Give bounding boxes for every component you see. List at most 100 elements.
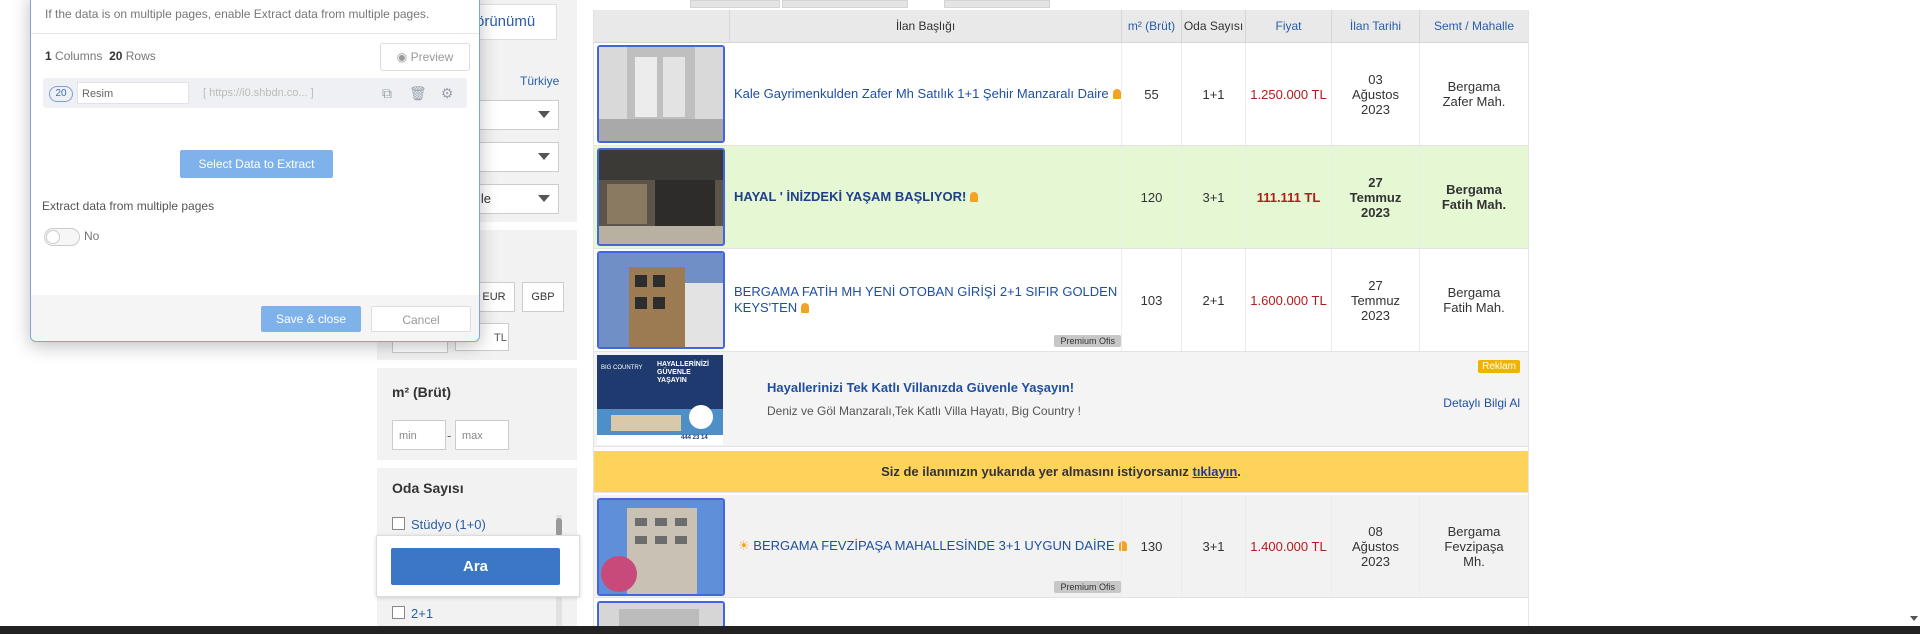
listing-thumbnail[interactable] (597, 251, 725, 349)
bottom-bar (0, 626, 1920, 634)
chevron-down-icon (538, 153, 550, 160)
save-close-button[interactable]: Save & close (261, 306, 361, 332)
divider (377, 360, 577, 368)
col-m2-header[interactable]: m² (Brüt) (1121, 10, 1181, 42)
cell-price: 111.111 TL (1245, 146, 1331, 248)
pin-icon (801, 303, 810, 313)
rooms-scrollbar-thumb[interactable] (556, 518, 562, 536)
table-row[interactable]: HAYAL ' İNİZDEKİ YAŞAM BAŞLIYOR! 120 3+1… (594, 146, 1528, 249)
extract-type-icon[interactable]: ⧉ (379, 85, 395, 101)
room-option-label: Stüdyo (1+0) (411, 517, 486, 532)
sun-icon: ☀ (738, 538, 750, 553)
room-option-label: 2+1 (411, 606, 434, 621)
ad-cta-link[interactable]: Detaylı Bilgi Al (1443, 396, 1520, 410)
promo-banner-link[interactable]: tıklayın (1192, 464, 1237, 479)
multi-pages-label: Extract data from multiple pages (42, 199, 215, 213)
cell-m2: 120 (1121, 146, 1181, 248)
listing-title[interactable]: Kale Gayrimenkulden Zafer Mh Satılık 1+1… (734, 43, 1124, 145)
ad-title[interactable]: Hayallerinizi Tek Katlı Villanızda Güven… (767, 380, 1074, 395)
view-tab[interactable]: örünümü (473, 4, 557, 40)
select-data-button[interactable]: Select Data to Extract (180, 150, 333, 178)
toggle-knob (46, 230, 60, 244)
gear-icon[interactable]: ⚙ (439, 85, 455, 101)
tab[interactable] (782, 0, 908, 8)
table-row[interactable]: Kale Gayrimenkulden Zafer Mh Satılık 1+1… (594, 43, 1528, 146)
dialog-footer: Save & close Cancel (31, 295, 479, 341)
tl-unit: TL (494, 332, 507, 344)
column-item[interactable]: 20 Resim [ https://i0.shbdn.co... ] ⧉ 🗑 … (43, 78, 467, 108)
search-button[interactable]: Ara (391, 548, 560, 585)
cell-m2: 103 (1121, 249, 1181, 351)
cell-rooms: 3+1 (1181, 146, 1245, 248)
column-name-input[interactable]: Resim (77, 82, 189, 104)
col-date-header[interactable]: İlan Tarihi (1331, 10, 1419, 42)
preview-button[interactable]: ◉ Preview (380, 43, 470, 71)
city-select[interactable] (473, 100, 559, 130)
ad-row[interactable]: BIG COUNTRY HAYALLERİNİZİ GÜVENLE YAŞAYI… (594, 352, 1528, 447)
column-sample-url: [ https://i0.shbdn.co... ] (203, 87, 314, 99)
room-option-studio[interactable]: Stüdyo (1+0) (392, 517, 486, 532)
area-min-input[interactable]: min (392, 420, 446, 450)
pin-icon (1112, 89, 1121, 99)
col-rooms-header[interactable]: Oda Sayısı (1181, 10, 1245, 42)
listing-thumbnail[interactable] (597, 148, 725, 246)
cancel-button[interactable]: Cancel (371, 306, 471, 332)
country-link[interactable]: Türkiye (520, 74, 559, 88)
cell-date: 27 Temmuz 2023 (1331, 249, 1419, 351)
promo-banner-end: . (1237, 464, 1241, 479)
promo-banner-text: Siz de ilanınızın yukarıda yer almasını … (881, 464, 1189, 479)
currency-gbp-button[interactable]: GBP (522, 282, 564, 312)
extract-dialog: If the data is on multiple pages, enable… (30, 0, 480, 342)
cell-price: 1.400.000 TL (1245, 495, 1331, 597)
cell-date: 03 Ağustos 2023 (1331, 43, 1419, 145)
listing-thumbnail[interactable] (597, 498, 725, 596)
premium-badge: Premium Ofis (1054, 335, 1121, 347)
premium-badge: Premium Ofis (1054, 581, 1121, 593)
cell-location: Bergama Zafer Mah. (1419, 43, 1528, 145)
col-location-header[interactable]: Semt / Mahalle (1419, 10, 1528, 42)
district-select[interactable] (473, 142, 559, 172)
divider (31, 33, 479, 34)
room-option-2-1[interactable]: 2+1 (392, 606, 433, 621)
checkbox[interactable] (392, 606, 405, 619)
listing-photo (599, 150, 723, 244)
listing-title[interactable]: HAYAL ' İNİZDEKİ YAŞAM BAŞLIYOR! (734, 146, 1124, 248)
col-title-header[interactable]: İlan Başlığı (729, 10, 1121, 42)
checkbox[interactable] (392, 517, 405, 530)
chevron-down-icon (538, 195, 550, 202)
column-row-count: 1 Columns 20 Rows (45, 49, 156, 63)
ad-image[interactable]: BIG COUNTRY HAYALLERİNİZİ GÜVENLE YAŞAYI… (597, 355, 723, 445)
pin-icon (970, 192, 979, 202)
divider (377, 460, 577, 468)
tab[interactable] (690, 0, 780, 8)
rooms-filter-title: Oda Sayısı (392, 480, 464, 496)
cell-rooms: 1+1 (1181, 43, 1245, 145)
trash-icon[interactable]: 🗑 (409, 85, 427, 101)
ad-description: Deniz ve Göl Manzaralı,Tek Katlı Villa H… (767, 404, 1081, 418)
listing-photo (599, 47, 723, 141)
listing-thumbnail[interactable] (597, 45, 725, 143)
cell-date: 08 Ağustos 2023 (1331, 495, 1419, 597)
cell-location: Bergama Fatih Mah. (1419, 249, 1528, 351)
listing-photo (599, 500, 723, 594)
cell-m2: 55 (1121, 43, 1181, 145)
area-filter-title: m² (Brüt) (392, 384, 452, 400)
chevron-down-icon (538, 111, 550, 118)
table-row[interactable]: ☀ BERGAMA FEVZİPAŞA MAHALLESİNDE 3+1 UYG… (594, 495, 1528, 598)
table-row[interactable]: BERGAMA FATİH MH YENİ OTOBAN GİRİŞİ 2+1 … (594, 249, 1528, 352)
cell-price: 1.600.000 TL (1245, 249, 1331, 351)
search-bar: Ara (376, 535, 580, 597)
table-row[interactable] (594, 600, 1528, 631)
area-max-input[interactable]: max (455, 420, 509, 450)
eye-icon: ◉ (396, 50, 408, 64)
neighborhood-select[interactable]: lle (473, 184, 559, 214)
result-tabs (690, 0, 1050, 8)
cell-rooms: 2+1 (1181, 249, 1245, 351)
ad-brand: BIG COUNTRY (601, 365, 643, 371)
scroll-arrow-icon[interactable] (1910, 616, 1918, 621)
col-price-header[interactable]: Fiyat (1245, 10, 1331, 42)
tab[interactable] (944, 0, 1050, 8)
promo-banner: Siz de ilanınızın yukarıda yer almasını … (594, 451, 1528, 493)
row-count-badge: 20 (49, 86, 73, 102)
multi-pages-toggle[interactable] (44, 228, 80, 246)
